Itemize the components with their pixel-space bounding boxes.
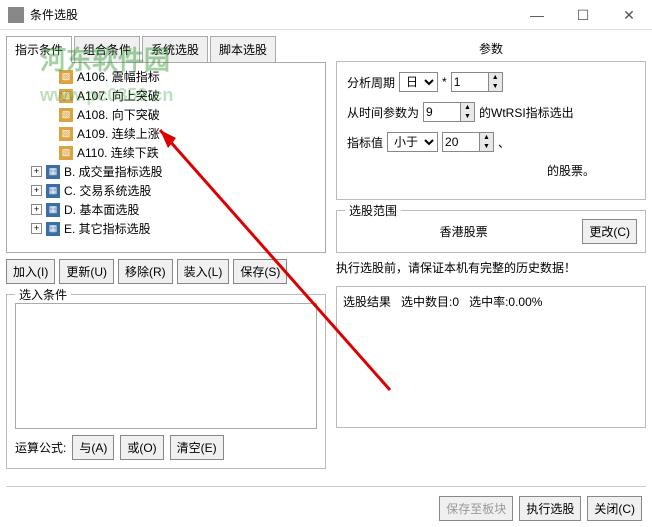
spin-up-icon[interactable]: ▲ (460, 103, 474, 112)
range-legend: 选股范围 (345, 202, 401, 219)
params-tail: 的股票。 (547, 162, 595, 179)
leaf-icon: ▧ (59, 89, 73, 103)
app-icon (8, 7, 24, 23)
time-param-suffix: 的WtRSI指标选出 (479, 104, 574, 121)
spin-down-icon[interactable]: ▼ (488, 82, 502, 91)
period-select[interactable]: 日 (399, 72, 438, 92)
indicator-label: 指标值 (347, 134, 383, 151)
or-button[interactable]: 或(O) (120, 435, 163, 460)
add-button[interactable]: 加入(I) (6, 259, 55, 284)
tab-script[interactable]: 脚本选股 (210, 36, 276, 62)
close-button[interactable]: ✕ (606, 0, 652, 30)
leaf-icon: ▧ (59, 108, 73, 122)
params-box: 分析周期 日 * ▲▼ 从时间参数为 ▲▼ 的WtRSI指标选出 指标值 小于 … (336, 61, 646, 200)
change-button[interactable]: 更改(C) (582, 219, 637, 244)
notice-text: 执行选股前，请保证本机有完整的历史数据！ (336, 259, 646, 276)
tab-system[interactable]: 系统选股 (142, 36, 208, 62)
folder-icon: ▦ (46, 184, 60, 198)
tree-branch[interactable]: +▦C. 交易系统选股 (11, 181, 321, 200)
titlebar: 条件选股 — ☐ ✕ (0, 0, 652, 30)
leaf-icon: ▧ (59, 70, 73, 84)
spin-down-icon[interactable]: ▼ (460, 112, 474, 121)
tree-leaf[interactable]: ▧A110. 连续下跌 (11, 143, 321, 162)
market-label: 香港股票 (345, 223, 582, 240)
clear-button[interactable]: 清空(E) (170, 435, 224, 460)
operator-select[interactable]: 小于 (387, 132, 438, 152)
threshold-value[interactable]: ▲▼ (442, 132, 494, 152)
execute-button[interactable]: 执行选股 (519, 496, 581, 521)
rate-label: 选中率: (469, 295, 508, 309)
time-param-prefix: 从时间参数为 (347, 104, 419, 121)
leaf-icon: ▧ (59, 127, 73, 141)
expand-icon[interactable]: + (31, 185, 42, 196)
folder-icon: ▦ (46, 165, 60, 179)
period-label: 分析周期 (347, 74, 395, 91)
period-multiplier[interactable]: ▲▼ (451, 72, 503, 92)
selected-list[interactable] (15, 303, 317, 429)
expand-icon[interactable]: + (31, 223, 42, 234)
expand-icon[interactable]: + (31, 166, 42, 177)
leaf-icon: ▧ (59, 146, 73, 160)
window-title: 条件选股 (30, 6, 514, 23)
minimize-button[interactable]: — (514, 0, 560, 30)
tab-indicator[interactable]: 指示条件 (6, 36, 72, 63)
tab-bar: 指示条件 组合条件 系统选股 脚本选股 (6, 36, 326, 63)
tree-leaf[interactable]: ▧A107. 向上突破 (11, 86, 321, 105)
range-box: 选股范围 香港股票 更改(C) (336, 210, 646, 253)
bottom-bar: 保存至板块 执行选股 关闭(C) (439, 496, 642, 521)
maximize-button[interactable]: ☐ (560, 0, 606, 30)
tab-combination[interactable]: 组合条件 (74, 36, 140, 62)
count-value: 0 (452, 295, 459, 309)
condition-tree[interactable]: ▧A106. 震幅指标 ▧A107. 向上突破 ▧A108. 向下突破 ▧A10… (6, 63, 326, 253)
load-button[interactable]: 装入(L) (177, 259, 230, 284)
selected-conditions-box: 选入条件 运算公式: 与(A) 或(O) 清空(E) (6, 294, 326, 469)
folder-icon: ▦ (46, 203, 60, 217)
tree-branch[interactable]: +▦B. 成交量指标选股 (11, 162, 321, 181)
result-label: 选股结果 (343, 295, 391, 309)
params-title: 参数 (336, 36, 646, 61)
update-button[interactable]: 更新(U) (59, 259, 114, 284)
spin-up-icon[interactable]: ▲ (479, 133, 493, 142)
rate-value: 0.00% (508, 295, 542, 309)
tree-leaf[interactable]: ▧A108. 向下突破 (11, 105, 321, 124)
spin-down-icon[interactable]: ▼ (479, 142, 493, 151)
time-param-value[interactable]: ▲▼ (423, 102, 475, 122)
tree-leaf[interactable]: ▧A106. 震幅指标 (11, 67, 321, 86)
expand-icon[interactable]: + (31, 204, 42, 215)
close-dialog-button[interactable]: 关闭(C) (587, 496, 642, 521)
remove-button[interactable]: 移除(R) (118, 259, 173, 284)
selected-legend: 选入条件 (15, 286, 71, 303)
and-button[interactable]: 与(A) (72, 435, 114, 460)
tree-branch[interactable]: +▦D. 基本面选股 (11, 200, 321, 219)
tree-leaf[interactable]: ▧A109. 连续上涨 (11, 124, 321, 143)
folder-icon: ▦ (46, 222, 60, 236)
save-button[interactable]: 保存(S) (233, 259, 287, 284)
spin-up-icon[interactable]: ▲ (488, 73, 502, 82)
result-box: 选股结果 选中数目:0 选中率:0.00% (336, 286, 646, 428)
tree-branch[interactable]: +▦E. 其它指标选股 (11, 219, 321, 238)
save-block-button: 保存至板块 (439, 496, 513, 521)
formula-label: 运算公式: (15, 439, 66, 456)
count-label: 选中数目: (401, 295, 452, 309)
